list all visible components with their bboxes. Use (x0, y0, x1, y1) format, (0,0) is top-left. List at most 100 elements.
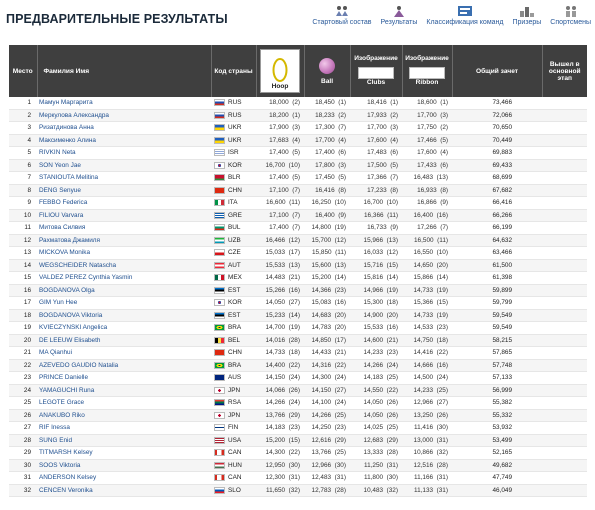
ribbon-score: 14,750 (413, 336, 434, 344)
athlete-name-link[interactable]: STANIOUTA Melitina (37, 171, 211, 185)
hoop-score-cell: 17,400 (7) (256, 221, 304, 235)
athlete-name-link[interactable]: GIM Yun Hee (37, 296, 211, 310)
place-cell: 18 (9, 309, 37, 322)
ribbon-score: 16,933 (417, 186, 437, 194)
col-clubs-header[interactable]: Изображение Clubs (350, 45, 403, 97)
country-cell: AUT (211, 259, 256, 272)
results-icon (390, 4, 408, 17)
athlete-name-link[interactable]: SOOS Viktoria (37, 459, 211, 472)
ball-score: 15,600 (311, 261, 332, 269)
athlete-name-link[interactable]: YAMAGUCHI Runa (37, 384, 211, 397)
athlete-name-link[interactable]: DE LEEUW Elisabeth (37, 334, 211, 347)
athlete-name-link[interactable]: RIF Inessa (37, 421, 211, 435)
ball-score-cell: 18,450 (1) (304, 97, 350, 110)
ribbon-rank: (14) (436, 274, 448, 282)
country-cell: GRE (211, 209, 256, 222)
athlete-name-link[interactable]: AZEVEDO GAUDIO Natalia (37, 359, 211, 372)
clubs-score-cell: 15,816 (14) (350, 271, 402, 285)
hoop-score: 14,300 (265, 449, 286, 457)
qualified-cell (542, 271, 587, 285)
athlete-name-link[interactable]: Ризатдинова Анна (37, 121, 211, 135)
athlete-name-link[interactable]: MICKOVA Monika (37, 246, 211, 260)
hoop-rank: (24) (288, 399, 300, 407)
athlete-name-link[interactable]: BOGDANOVA Olga (37, 284, 211, 297)
place-cell: 21 (9, 346, 37, 360)
ribbon-rank: (11) (437, 236, 448, 244)
col-name-header[interactable]: Фамилия Имя (37, 45, 212, 97)
ribbon-score: 16,500 (414, 236, 434, 244)
nav-medalists[interactable]: Призеры (512, 4, 541, 26)
athlete-name-link[interactable]: WEGSCHEIDER Natascha (37, 259, 211, 272)
country-cell: CZE (211, 246, 256, 260)
clubs-rank: (19) (386, 286, 398, 294)
col-final-header[interactable]: Вышел в основной этап (542, 45, 587, 97)
athlete-name-link[interactable]: TITMARSH Kelsey (37, 446, 211, 460)
athlete-name-link[interactable]: SUNG Enid (37, 434, 211, 447)
country-cell: BLR (211, 171, 256, 185)
athlete-name-link[interactable]: SON Yeon Jae (37, 159, 211, 172)
athlete-name-link[interactable]: DENG Senyue (37, 184, 211, 197)
hoop-score: 17,100 (269, 211, 289, 219)
ball-rank: (1) (338, 99, 346, 107)
qualified-cell (542, 296, 587, 310)
athlete-name-link[interactable]: FEBBO Federica (37, 196, 211, 210)
ball-score: 15,200 (311, 274, 332, 282)
col-ribbon-header[interactable]: Изображение Ribbon (402, 45, 453, 97)
hoop-score: 14,066 (265, 386, 286, 394)
place-cell: 14 (9, 259, 37, 272)
ribbon-rank: (3) (440, 111, 448, 119)
col-place-header[interactable]: Место (9, 45, 38, 97)
qualified-cell (542, 171, 587, 185)
athlete-name-link[interactable]: BOGDANOVA Viktoria (37, 309, 211, 322)
country-cell: FIN (211, 421, 256, 435)
total-score-cell: 53,499 (452, 434, 542, 447)
athlete-name-link[interactable]: ANDERSON Kelsey (37, 471, 211, 485)
country-flag-icon (214, 336, 225, 344)
col-ball-header[interactable]: Ball (304, 45, 351, 97)
country-cell: BEL (211, 334, 256, 347)
athlete-name-link[interactable]: Мамун Маргарита (37, 97, 211, 110)
hoop-rank: (21) (288, 274, 300, 282)
nav-start-list[interactable]: Стартовый состав (312, 4, 372, 26)
athlete-name-link[interactable]: Рахматова Джамиля (37, 234, 211, 247)
nav-start-list-label: Стартовый состав (312, 19, 372, 26)
nav-team-classification[interactable]: Классификация команд (426, 4, 503, 26)
col-total-header[interactable]: Общий зачет (452, 45, 543, 97)
nav-results[interactable]: Результаты (381, 4, 417, 26)
athlete-name-link[interactable]: ANAKUBO Riko (37, 409, 211, 422)
hoop-score: 17,900 (269, 124, 289, 132)
athlete-name-link[interactable]: LEGOTE Grace (37, 396, 211, 410)
athlete-name-link[interactable]: MA Qianhui (37, 346, 211, 360)
ball-rank: (22) (334, 361, 346, 369)
ball-score-cell: 18,233 (2) (304, 109, 350, 122)
qualified-cell (542, 471, 587, 485)
athlete-name-link[interactable]: Митова Силвия (37, 221, 211, 235)
place-cell: 28 (9, 434, 37, 447)
nav-athletes[interactable]: Спортсмены (550, 4, 591, 26)
athlete-name-link[interactable]: KVIECZYNSKI Angelica (37, 321, 211, 335)
athlete-name-link[interactable]: VALDEZ PEREZ Cynthia Yasmin (37, 271, 211, 285)
col-country-header[interactable]: Код страны (211, 45, 257, 97)
ball-rank: (17) (334, 336, 346, 344)
ribbon-score-cell: 16,500 (11) (402, 234, 452, 247)
athlete-name-link[interactable]: RIVKIN Neta (37, 146, 211, 160)
clubs-rank: (6) (390, 149, 398, 157)
hoop-score: 11,650 (265, 486, 286, 494)
athlete-name-link[interactable]: Меркулова Александра (37, 109, 211, 122)
col-hoop-header[interactable]: Hoop (256, 45, 305, 97)
ribbon-rank: (19) (436, 286, 448, 294)
table-row: 5 RIVKIN Neta ISR 17,400 (5) 17,400 (6) 17,48… (9, 146, 587, 160)
athlete-name-link[interactable]: CENCEN Veronika (37, 484, 211, 497)
clubs-rank: (21) (386, 336, 398, 344)
athlete-name-link[interactable]: FILIOU Varvara (37, 209, 211, 222)
ball-score-cell: 17,700 (4) (304, 134, 350, 147)
place-cell: 31 (9, 471, 37, 485)
ribbon-rank: (25) (436, 386, 448, 394)
athlete-name-link[interactable]: PRINCE Danielle (37, 371, 211, 385)
clubs-score: 14,050 (363, 411, 384, 419)
hoop-score-cell: 15,266 (16) (256, 284, 304, 297)
total-score-cell: 64,632 (452, 234, 542, 247)
hoop-score: 14,183 (265, 424, 286, 432)
hoop-rank: (13) (288, 261, 300, 269)
athlete-name-link[interactable]: Максименко Алина (37, 134, 211, 147)
